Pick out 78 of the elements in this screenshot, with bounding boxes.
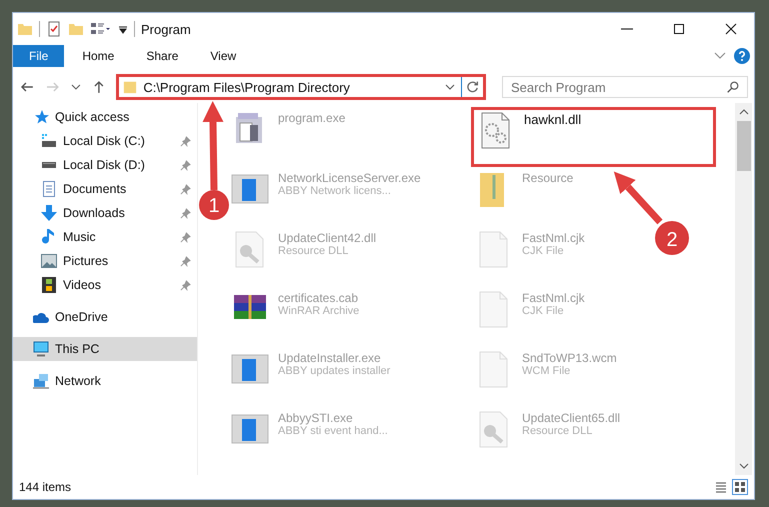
scroll-down-icon[interactable] [738, 463, 748, 469]
scroll-up-icon[interactable] [738, 109, 748, 115]
file-name: program.exe [278, 111, 346, 125]
minimize-icon [621, 28, 633, 30]
file-name: FastNml.cjk [522, 231, 585, 245]
step-number: 2 [666, 229, 678, 251]
address-field[interactable]: C:\Program Files\Program Directory [116, 74, 486, 100]
sidebar-item[interactable]: This PC [13, 337, 197, 361]
scrollbar[interactable] [735, 103, 752, 475]
pin-icon[interactable] [180, 184, 191, 194]
ribbon-tab[interactable]: Home [68, 45, 128, 67]
music-note-icon [41, 229, 57, 245]
file-type: ABBY sti event hand... [278, 425, 388, 437]
details-view-icon[interactable] [714, 480, 728, 494]
star-icon [33, 109, 49, 125]
file-type: CJK File [522, 245, 565, 257]
file-name: UpdateInstaller.exe [278, 351, 382, 365]
sidebar-item[interactable]: Music [13, 225, 197, 249]
folder-icon [17, 21, 33, 37]
sidebar-item[interactable]: Quick access [13, 105, 197, 129]
sidebar-item[interactable]: Videos [13, 273, 197, 297]
file-name: NetworkLicenseServer.exe [278, 171, 421, 185]
folder-icon [123, 79, 138, 95]
film-icon [41, 277, 57, 293]
pin-icon[interactable] [180, 160, 191, 170]
pin-icon[interactable] [180, 136, 191, 146]
monitor-icon [33, 341, 49, 357]
sidebar-item[interactable]: Pictures [13, 249, 197, 273]
sidebar-item[interactable]: Network [13, 369, 197, 393]
help-icon[interactable] [734, 48, 750, 64]
step-number: 1 [208, 195, 220, 217]
down-arrow-icon [41, 205, 57, 221]
pin-icon[interactable] [180, 232, 191, 242]
sidebar-item[interactable]: Documents [13, 177, 197, 201]
file-name: UpdateClient42.dll [278, 231, 376, 245]
file-name: UpdateClient65.dll [522, 411, 620, 425]
maximize-icon [673, 23, 685, 35]
network-icon [33, 373, 49, 389]
search-field[interactable]: Search Program [502, 76, 748, 98]
search-icon [726, 80, 740, 94]
properties-icon[interactable] [46, 21, 62, 37]
sidebar-item[interactable]: OneDrive [13, 305, 197, 329]
scrollbar-thumb[interactable] [736, 121, 750, 171]
pin-icon[interactable] [180, 256, 191, 266]
highlighted-item[interactable]: hawknl.dll [471, 107, 716, 167]
drive-icon [41, 133, 57, 149]
pin-icon[interactable] [180, 280, 191, 290]
view-options-icon[interactable] [90, 21, 112, 37]
large-icons-view-icon[interactable] [732, 479, 748, 495]
expand-ribbon-icon[interactable] [714, 52, 726, 60]
file-name: FastNml.cjk [522, 291, 585, 305]
file-name: Resource [522, 171, 574, 185]
file-name: SndToWP13.wcm [522, 351, 617, 365]
pin-icon[interactable] [180, 208, 191, 218]
sidebar-item[interactable]: Downloads [13, 201, 197, 225]
file-type: WinRAR Archive [278, 305, 360, 317]
file-name: certificates.cab [278, 291, 360, 305]
dropdown-caret-icon[interactable] [445, 84, 455, 90]
file-name: AbbyySTI.exe [278, 411, 354, 425]
document-icon [41, 181, 57, 197]
ribbon-tab[interactable]: File [13, 45, 64, 67]
recent-caret-icon[interactable] [70, 83, 80, 91]
window-title: Program [141, 22, 191, 36]
sidebar-item[interactable]: Local Disk (C:) [13, 129, 197, 153]
file-name: hawknl.dll [524, 112, 582, 127]
file-type: Resource DLL [522, 425, 594, 437]
file-type: ABBY Network licens... [278, 185, 392, 197]
item-count: 144 items [19, 480, 72, 494]
ribbon-tab[interactable]: View [196, 45, 250, 67]
ribbon-tab[interactable]: Share [132, 45, 192, 67]
file-type: CJK File [522, 305, 565, 317]
file-type: ABBY updates installer [278, 365, 390, 377]
file-type: WCM File [522, 365, 572, 377]
sidebar-item[interactable]: Local Disk (D:) [13, 153, 197, 177]
file-type: Resource DLL [278, 245, 350, 257]
picture-icon [41, 253, 57, 269]
drive-icon [41, 162, 57, 168]
close-icon [725, 23, 737, 35]
